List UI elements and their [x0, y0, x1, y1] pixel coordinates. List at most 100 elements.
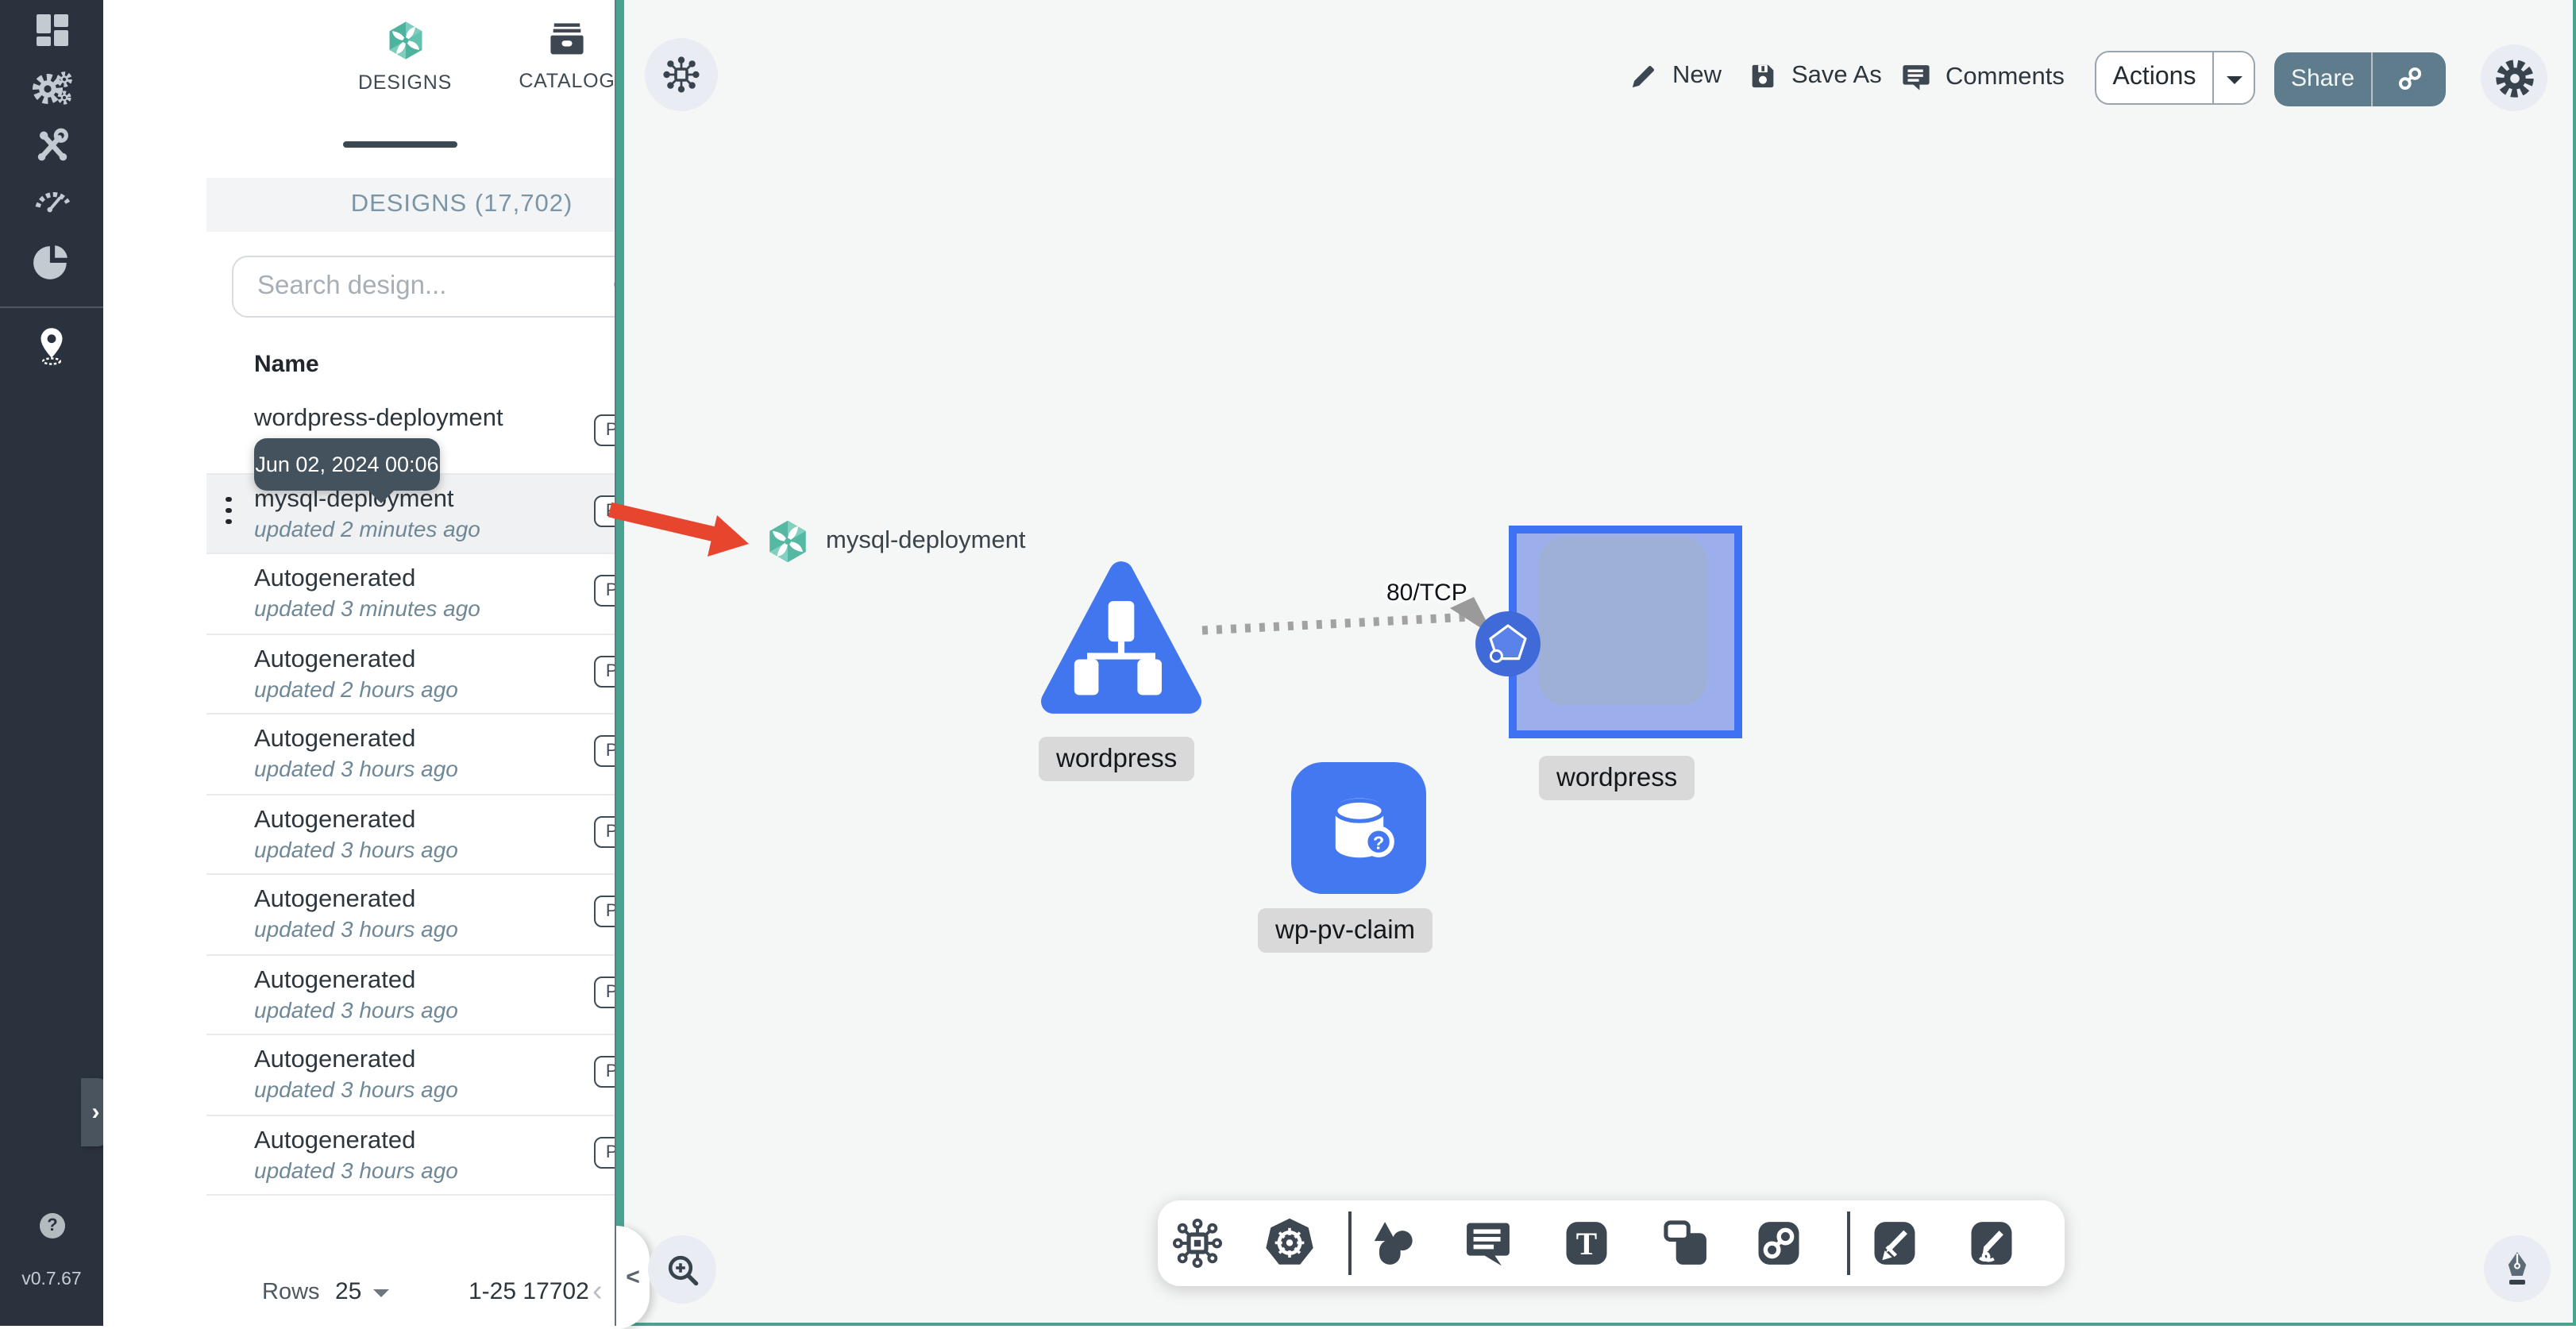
lifecycle-gears-icon: [29, 67, 74, 111]
nav-sidebar: › ? v0.7.67: [0, 0, 110, 1325]
actions-split-button[interactable]: Actions: [2095, 50, 2255, 105]
node-mysql-deployment[interactable]: [764, 518, 812, 565]
design-updated: updated 3 hours ago: [254, 756, 458, 781]
cluster-mesh-icon: [661, 54, 702, 95]
actions-label[interactable]: Actions: [2096, 52, 2214, 103]
save-as-button[interactable]: Save As: [1747, 60, 1882, 92]
frame-tool-icon: [1664, 1220, 1706, 1265]
canvas-toolbar: T: [1158, 1200, 2065, 1286]
chevron-left-icon: <: [626, 1264, 640, 1291]
chevron-right-icon: ›: [91, 1099, 100, 1126]
rows-per-page-select[interactable]: 25: [335, 1278, 389, 1305]
kubernetes-tool-button[interactable]: [1261, 1215, 1318, 1272]
draw-arrow-icon: [1874, 1222, 1915, 1265]
pencil-icon: [1628, 60, 1660, 92]
kubernetes-icon: [1266, 1218, 1313, 1265]
toolbar-divider: [1348, 1212, 1351, 1275]
actions-dropdown-toggle[interactable]: [2214, 52, 2254, 103]
share-label[interactable]: Share: [2274, 52, 2373, 106]
node-wordpress-service-label: wordpress: [1039, 737, 1195, 781]
gear-icon: [2493, 56, 2536, 99]
design-name: Autogenerated: [254, 1127, 416, 1154]
frame-tool-button[interactable]: [1656, 1215, 1714, 1272]
question-mark-icon: ?: [47, 1216, 58, 1235]
edge-port-label[interactable]: 80/TCP: [1386, 580, 1467, 607]
zoom-button[interactable]: [648, 1235, 716, 1304]
shapes-tool-button[interactable]: [1364, 1215, 1421, 1272]
design-name: Autogenerated: [254, 645, 416, 672]
service-triangle-icon: [1041, 561, 1201, 714]
comment-tool-icon: [1467, 1223, 1510, 1266]
tab-catalog-label: CATALOG: [519, 70, 615, 92]
integration-tool-button[interactable]: [1169, 1215, 1226, 1272]
design-updated: updated 3 hours ago: [254, 836, 458, 861]
svg-text:T: T: [1576, 1227, 1597, 1262]
comments-label: Comments: [1945, 63, 2065, 90]
design-name: Autogenerated: [254, 966, 416, 993]
design-search[interactable]: [232, 255, 645, 318]
draw-arrow-tool-button[interactable]: [1866, 1215, 1923, 1272]
search-input[interactable]: [254, 269, 610, 303]
updated-date-tooltip: Jun 02, 2024 00:06: [254, 438, 440, 503]
copy-link-button[interactable]: [2373, 52, 2446, 106]
design-name: Autogenerated: [254, 806, 416, 833]
performance-speedometer-icon: [31, 181, 72, 216]
comment-tool-button[interactable]: [1460, 1215, 1517, 1272]
text-tool-icon: T: [1566, 1222, 1607, 1265]
shapes-icon: [1374, 1222, 1413, 1265]
node-wordpress-pod[interactable]: [1508, 526, 1741, 738]
cluster-context-button[interactable]: [645, 38, 718, 111]
design-updated: updated 3 hours ago: [254, 996, 458, 1022]
prev-page-button[interactable]: ‹: [592, 1274, 603, 1309]
link-tool-button[interactable]: [1750, 1215, 1807, 1272]
settings-button[interactable]: [2481, 44, 2547, 111]
text-tool-button[interactable]: T: [1558, 1215, 1615, 1272]
new-design-button[interactable]: New: [1628, 60, 1722, 92]
node-wp-pv-claim-label: wp-pv-claim: [1258, 908, 1433, 953]
share-split-button[interactable]: Share: [2274, 52, 2446, 106]
pen-nib-icon: [2497, 1247, 2538, 1290]
comments-button[interactable]: Comments: [1899, 60, 2065, 94]
integration-icon: [1173, 1219, 1222, 1268]
magnifier-plus-icon: [663, 1250, 701, 1289]
pentagon-badge-icon: [1475, 611, 1541, 676]
meshery-logo-icon: [769, 520, 806, 563]
design-name: Autogenerated: [254, 886, 416, 913]
design-updated: updated 3 minutes ago: [254, 595, 480, 621]
sidebar-item-dashboard[interactable]: [0, 8, 103, 52]
k8s-connector-node[interactable]: [1475, 611, 1541, 676]
version-label: v0.7.67: [21, 1270, 82, 1289]
help-button[interactable]: ?: [40, 1213, 65, 1238]
node-mysql-deployment-label: mysql-deployment: [826, 527, 1026, 554]
extensions-pie-icon: [32, 242, 71, 282]
pagination-range: 1-25 17702: [469, 1278, 589, 1305]
design-name: Autogenerated: [254, 565, 416, 592]
freehand-pencil-tool-button[interactable]: [1963, 1215, 2020, 1272]
sidebar-item-lifecycle[interactable]: [0, 64, 103, 114]
chevron-down-icon: [372, 1289, 389, 1297]
sidebar-item-extensions[interactable]: [0, 238, 103, 286]
save-icon: [1747, 60, 1779, 92]
sidebar-item-performance[interactable]: [0, 178, 103, 219]
design-name: Autogenerated: [254, 726, 416, 753]
node-wordpress-service[interactable]: [1040, 556, 1202, 718]
node-wp-pv-claim[interactable]: ?: [1291, 762, 1426, 894]
design-name: Autogenerated: [254, 1046, 416, 1073]
save-as-label: Save As: [1791, 62, 1882, 89]
sidebar-divider: [0, 306, 103, 308]
pen-mode-button[interactable]: [2484, 1235, 2551, 1302]
design-updated: updated 3 hours ago: [254, 1157, 458, 1182]
kebab-menu-icon[interactable]: [226, 496, 235, 524]
design-updated: updated 3 hours ago: [254, 916, 458, 942]
design-name: wordpress-deployment: [254, 405, 503, 432]
location-pin-icon: [32, 323, 71, 366]
sidebar-item-kanvas[interactable]: [0, 321, 103, 368]
configuration-tools-icon: [31, 124, 72, 165]
link-icon: [2393, 63, 2426, 96]
sidebar-item-configuration[interactable]: [0, 121, 103, 168]
active-tab-underline: [343, 141, 457, 147]
design-updated: updated 2 hours ago: [254, 676, 458, 701]
tab-designs[interactable]: DESIGNS: [337, 19, 473, 94]
rows-label: Rows: [262, 1279, 320, 1304]
volume-cylinder-icon: ?: [1332, 797, 1394, 857]
